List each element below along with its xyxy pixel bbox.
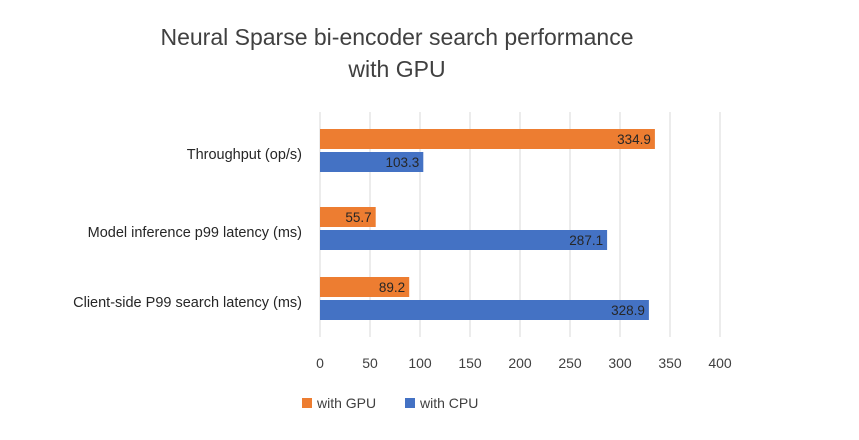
- data-label: 89.2: [379, 280, 405, 295]
- chart-title-line-2: with GPU: [347, 56, 445, 82]
- bar-gpu: [320, 129, 655, 149]
- x-tick-label: 100: [408, 355, 432, 371]
- x-tick-label: 150: [458, 355, 482, 371]
- category-label: Client-side P99 search latency (ms): [73, 295, 302, 311]
- x-tick-label: 250: [558, 355, 582, 371]
- category-label: Throughput (op/s): [187, 147, 302, 163]
- category-labels: Throughput (op/s) Model inference p99 lat…: [73, 147, 302, 311]
- legend-swatch: [302, 398, 312, 408]
- x-tick-label: 50: [362, 355, 378, 371]
- data-label: 334.9: [617, 132, 651, 147]
- chart-container: Neural Sparse bi-encoder search performa…: [0, 0, 859, 435]
- data-label: 103.3: [386, 155, 420, 170]
- data-labels: 334.9 55.7 89.2 103.3 287.1 328.9: [345, 132, 650, 318]
- chart-title-line-1: Neural Sparse bi-encoder search performa…: [160, 24, 633, 50]
- legend: with GPU with CPU: [302, 395, 478, 411]
- data-label: 287.1: [569, 233, 603, 248]
- bar-cpu: [320, 230, 608, 250]
- x-tick-label: 0: [316, 355, 324, 371]
- x-tick-label: 400: [708, 355, 732, 371]
- data-label: 55.7: [345, 210, 371, 225]
- data-label: 328.9: [611, 303, 645, 318]
- x-tick-label: 350: [658, 355, 682, 371]
- x-axis-ticks: 0 50 100 150 200 250 300 350 400: [316, 355, 732, 371]
- category-label: Model inference p99 latency (ms): [88, 225, 302, 241]
- bar-cpu: [320, 300, 649, 320]
- legend-label: with CPU: [419, 395, 478, 411]
- legend-swatch: [405, 398, 415, 408]
- x-tick-label: 300: [608, 355, 632, 371]
- legend-label: with GPU: [316, 395, 376, 411]
- bar-chart: Neural Sparse bi-encoder search performa…: [73, 24, 732, 411]
- x-tick-label: 200: [508, 355, 532, 371]
